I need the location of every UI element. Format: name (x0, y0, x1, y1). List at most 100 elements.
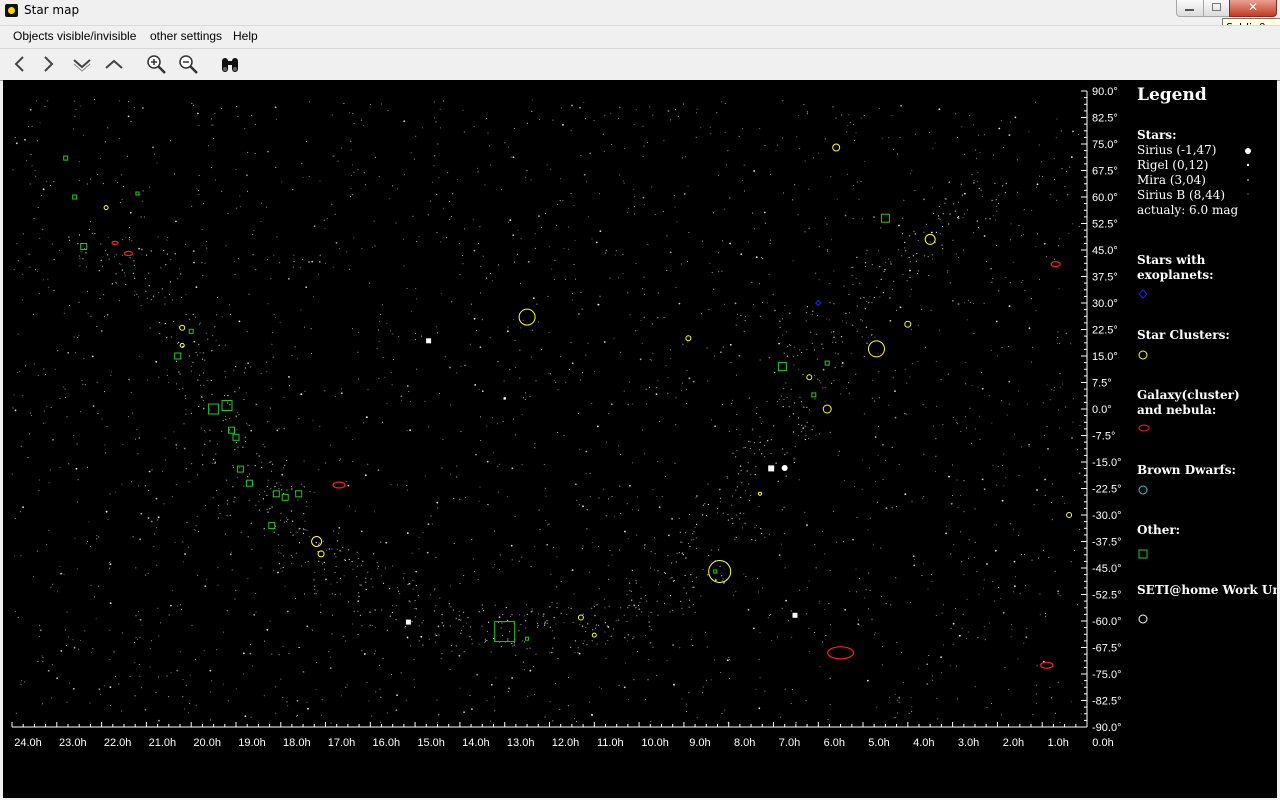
pan-down-button[interactable] (71, 53, 93, 75)
ra-tick-label: 24.0h (14, 737, 42, 749)
search-object-button[interactable] (219, 53, 241, 75)
pan-right-button[interactable] (38, 53, 60, 75)
menu-bar: Objects visible/invisible other settings… (0, 25, 1280, 48)
arrow-left-icon (14, 56, 24, 72)
legend-exoplanets-heading-1: Stars with (1137, 253, 1206, 267)
legend-stars-heading: Stars: (1137, 128, 1177, 142)
legend-seti-heading: SETI@home Work Units: (1137, 583, 1277, 597)
star-map[interactable]: 24.0h 23.0h 22.0h 21.0h 20.0h 19.0h 18.0h 17.0h… (3, 80, 1277, 798)
dec-tick-label: 22.5° (1092, 325, 1118, 337)
ra-tick-label: 19.0h (238, 737, 266, 749)
dec-tick-label: 90.0° (1092, 86, 1118, 98)
dec-tick-label: -37.5° (1092, 537, 1121, 549)
star-cluster (591, 632, 597, 638)
star-cluster (518, 308, 536, 326)
dec-tick-label: 30.0° (1092, 298, 1118, 310)
other-object (72, 194, 78, 200)
chevron-down-icon (73, 59, 91, 72)
bright-star (405, 619, 411, 625)
dec-tick-label: -7.5° (1092, 431, 1115, 443)
other-object (268, 522, 276, 530)
ra-tick-label: 13.0h (507, 737, 535, 749)
dec-tick-label: 82.5° (1092, 113, 1118, 125)
ra-tick-label: 10.0h (641, 737, 669, 749)
zoom-in-button[interactable] (145, 53, 167, 75)
star-cluster (806, 374, 813, 381)
other-object (281, 493, 289, 501)
star-cluster (868, 340, 885, 358)
zoom-out-icon (179, 55, 198, 74)
dec-tick-label: -30.0° (1092, 510, 1121, 522)
bright-star (781, 465, 788, 471)
galaxy-nebula (332, 481, 346, 489)
other-object (824, 360, 830, 366)
bright-star (503, 397, 506, 400)
dec-tick-label: 75.0° (1092, 139, 1118, 151)
zoom-out-button[interactable] (177, 53, 199, 75)
dec-tick-label: 37.5° (1092, 272, 1118, 284)
exoplanet-symbol-icon (1138, 289, 1148, 299)
app-icon (5, 4, 18, 17)
other-object (494, 621, 516, 643)
close-button[interactable]: ✕ (1229, 0, 1277, 17)
star-cluster (758, 491, 762, 496)
galaxy-nebula (826, 646, 855, 660)
ra-tick-label: 4.0h (913, 737, 934, 749)
star-cluster (179, 324, 186, 331)
menu-other-settings[interactable]: other settings (150, 29, 222, 43)
ra-tick-label: 5.0h (868, 737, 889, 749)
other-object (811, 392, 817, 398)
star-cluster (832, 143, 841, 152)
other-object (880, 213, 890, 223)
dec-tick-label: -82.5° (1092, 696, 1121, 708)
other-symbol-icon (1138, 549, 1148, 559)
other-object (80, 243, 88, 250)
galaxy-symbol-icon (1138, 424, 1150, 432)
other-object (236, 465, 244, 473)
dec-tick-label: 15.0° (1092, 351, 1118, 363)
star-cluster (577, 614, 584, 621)
legend-title: Legend (1137, 85, 1207, 105)
legend-star-mira: Mira (3,04) (1137, 173, 1206, 187)
pan-up-button[interactable] (103, 53, 125, 75)
other-object (63, 155, 69, 161)
ra-tick-label: 6.0h (824, 737, 845, 749)
sky-chart[interactable]: 24.0h 23.0h 22.0h 21.0h 20.0h 19.0h 18.0h 17.0h… (3, 80, 1137, 798)
close-icon: ✕ (1247, 0, 1259, 14)
other-object (135, 191, 140, 196)
dec-tick-label: -90.0° (1092, 722, 1121, 734)
minimize-button[interactable] (1176, 0, 1204, 17)
dec-tick-label: 60.0° (1092, 192, 1118, 204)
cluster-symbol-icon (1138, 350, 1148, 360)
arrow-right-icon (44, 56, 54, 72)
legend-brown-dwarfs-heading: Brown Dwarfs: (1137, 463, 1236, 477)
dec-tick-label: -45.0° (1092, 563, 1121, 575)
ra-tick-label: 0.0h (1092, 737, 1113, 749)
dec-tick-label: 45.0° (1092, 245, 1118, 257)
menu-objects-visible[interactable]: Objects visible/invisible (13, 29, 136, 43)
legend: Legend Stars: Sirius (-1,47) Rigel (0,12… (1137, 80, 1277, 798)
galaxy-nebula (1040, 661, 1054, 669)
ra-tick-label: 20.0h (193, 737, 221, 749)
star-cluster (708, 560, 732, 583)
bright-star (792, 612, 798, 618)
dec-tick-label: -22.5° (1092, 484, 1121, 496)
other-object (295, 490, 303, 498)
other-object (188, 328, 194, 334)
maximize-button[interactable] (1203, 0, 1230, 17)
ra-tick-label: 21.0h (149, 737, 177, 749)
ra-tick-label: 16.0h (373, 737, 401, 749)
ra-tick-label: 8.0h (734, 737, 755, 749)
bright-star (426, 338, 432, 344)
ra-tick-label: 7.0h (779, 737, 800, 749)
star-cluster (924, 233, 936, 245)
toolbar (0, 48, 1280, 81)
ra-tick-label: 23.0h (59, 737, 87, 749)
ra-tick-label: 15.0h (417, 737, 445, 749)
pan-left-button[interactable] (8, 53, 30, 75)
star-cluster (1066, 512, 1073, 518)
ra-tick-label: 17.0h (328, 737, 356, 749)
menu-help[interactable]: Help (233, 29, 258, 43)
ra-tick-label: 14.0h (462, 737, 490, 749)
seti-symbol-icon (1138, 614, 1148, 624)
